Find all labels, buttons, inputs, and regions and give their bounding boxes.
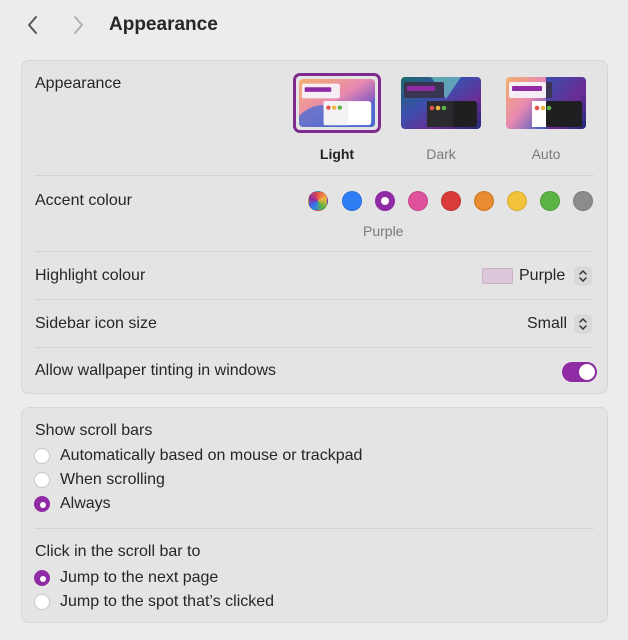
page-title: Appearance bbox=[109, 14, 218, 35]
wallpaper-tinting-label: Allow wallpaper tinting in windows bbox=[35, 362, 277, 379]
appearance-option-light-label: Light bbox=[319, 146, 355, 162]
radio-label: Always bbox=[60, 495, 111, 512]
accent-swatch-blue[interactable] bbox=[342, 191, 362, 211]
back-button[interactable] bbox=[22, 13, 44, 37]
appearance-option-auto-label: Auto bbox=[531, 146, 561, 162]
accent-swatch-orange[interactable] bbox=[474, 191, 494, 211]
click-option-spot-clicked[interactable]: Jump to the spot that’s clicked bbox=[34, 592, 274, 612]
radio-button[interactable] bbox=[34, 448, 50, 464]
accent-colour-label: Accent colour bbox=[35, 192, 132, 209]
accent-swatch-green[interactable] bbox=[540, 191, 560, 211]
divider bbox=[35, 175, 594, 176]
wallpaper-tinting-toggle[interactable] bbox=[562, 362, 597, 382]
sidebar-icon-size-value[interactable]: Small bbox=[527, 315, 567, 333]
selected-dot-icon bbox=[381, 197, 389, 205]
accent-swatch-multicolor[interactable] bbox=[308, 191, 328, 211]
dark-preview-image bbox=[401, 77, 481, 129]
radio-label: Jump to the spot that’s clicked bbox=[60, 593, 275, 610]
radio-button[interactable] bbox=[34, 496, 50, 512]
chevron-left-icon bbox=[28, 16, 37, 34]
scroll-bars-panel: Show scroll bars Automatically based on … bbox=[21, 407, 608, 623]
highlight-colour-value[interactable]: Purple bbox=[519, 267, 565, 285]
divider bbox=[35, 347, 594, 348]
radio-button[interactable] bbox=[34, 472, 50, 488]
accent-swatch-pink[interactable] bbox=[408, 191, 428, 211]
appearance-option-auto[interactable] bbox=[502, 73, 590, 133]
appearance-option-dark[interactable] bbox=[397, 73, 485, 133]
header: Appearance bbox=[0, 0, 628, 52]
divider bbox=[35, 528, 594, 529]
toggle-knob bbox=[579, 364, 595, 380]
scroll-option-when-scrolling[interactable]: When scrolling bbox=[34, 470, 165, 490]
radio-label: When scrolling bbox=[60, 471, 165, 488]
scroll-option-always[interactable]: Always bbox=[34, 494, 111, 514]
appearance-option-light[interactable] bbox=[293, 73, 381, 133]
highlight-colour-stepper[interactable] bbox=[574, 266, 592, 286]
scroll-option-automatic[interactable]: Automatically based on mouse or trackpad bbox=[34, 446, 362, 466]
chevron-right-icon bbox=[74, 16, 83, 34]
divider bbox=[35, 299, 594, 300]
radio-button[interactable] bbox=[34, 570, 50, 586]
sidebar-icon-size-stepper[interactable] bbox=[574, 314, 592, 334]
appearance-panel: Appearance Light Dark Auto Accent colour… bbox=[21, 60, 608, 394]
accent-swatch-graphite[interactable] bbox=[573, 191, 593, 211]
appearance-option-dark-label: Dark bbox=[426, 146, 456, 162]
up-down-chevron-icon bbox=[579, 318, 587, 330]
accent-swatch-red[interactable] bbox=[441, 191, 461, 211]
click-option-next-page[interactable]: Jump to the next page bbox=[34, 568, 218, 588]
divider bbox=[35, 251, 594, 252]
click-scroll-bar-label: Click in the scroll bar to bbox=[35, 543, 201, 560]
auto-preview-image bbox=[506, 77, 586, 129]
radio-label: Automatically based on mouse or trackpad bbox=[60, 447, 363, 464]
accent-selected-name: Purple bbox=[363, 223, 404, 239]
highlight-colour-label: Highlight colour bbox=[35, 267, 146, 284]
show-scroll-bars-label: Show scroll bars bbox=[35, 422, 153, 439]
light-preview-image bbox=[299, 79, 375, 127]
forward-button[interactable] bbox=[67, 13, 89, 37]
accent-swatch-yellow[interactable] bbox=[507, 191, 527, 211]
radio-label: Jump to the next page bbox=[60, 569, 219, 586]
up-down-chevron-icon bbox=[579, 270, 587, 282]
highlight-colour-chip bbox=[482, 268, 513, 284]
radio-button[interactable] bbox=[34, 594, 50, 610]
accent-swatch-purple[interactable] bbox=[375, 191, 395, 211]
sidebar-icon-size-label: Sidebar icon size bbox=[35, 315, 157, 332]
appearance-label: Appearance bbox=[35, 75, 122, 92]
